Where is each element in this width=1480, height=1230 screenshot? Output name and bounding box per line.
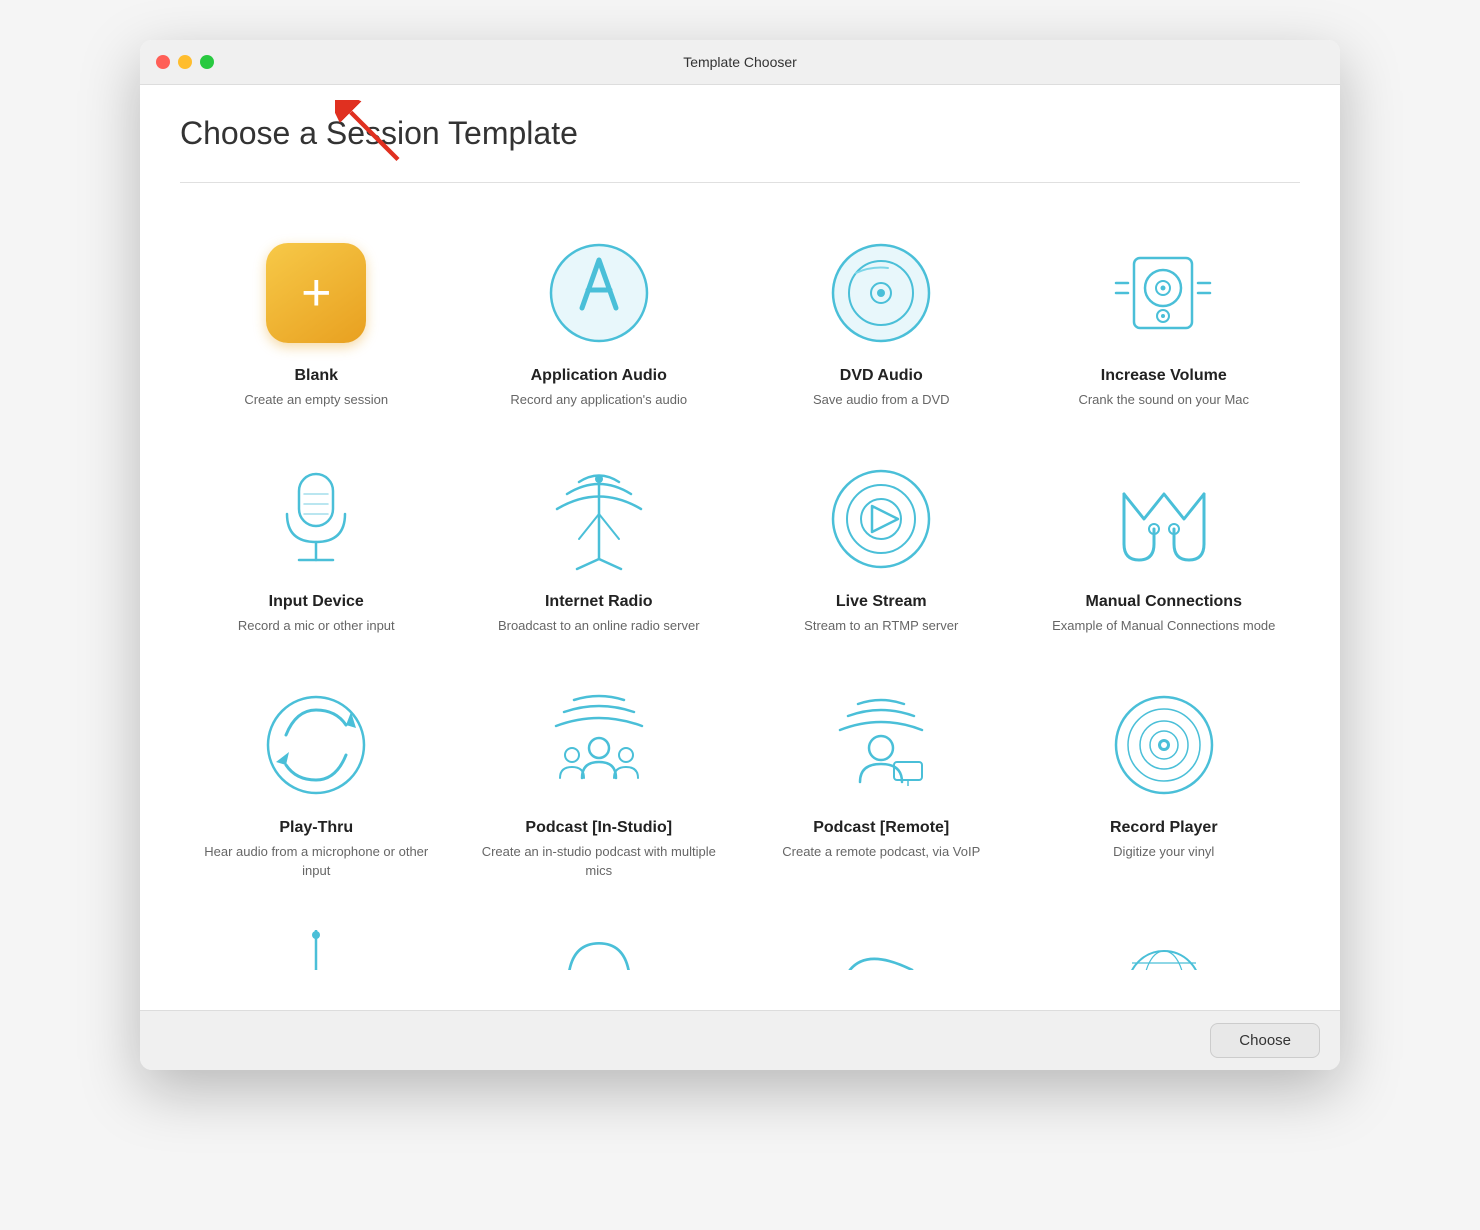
mic-icon-wrapper: [256, 459, 376, 579]
template-dvd-label: DVD Audio: [840, 367, 923, 385]
bottom-bar: Choose: [140, 1010, 1340, 1070]
dvd-icon: [826, 238, 936, 348]
template-record-player[interactable]: Record Player Digitize your vinyl: [1028, 665, 1301, 899]
partial-icon-4: [1124, 930, 1204, 970]
app-audio-icon-wrapper: [539, 233, 659, 353]
partial-icon-2: [559, 930, 639, 970]
template-input-device[interactable]: Input Device Record a mic or other input: [180, 439, 453, 655]
speaker-icon: [1106, 238, 1221, 348]
maximize-button[interactable]: [200, 55, 214, 69]
podcast-remote-icon: [826, 690, 936, 800]
template-podcast-remote-desc: Create a remote podcast, via VoIP: [782, 843, 980, 861]
template-playthru-label: Play-Thru: [279, 819, 353, 837]
template-manual-label: Manual Connections: [1086, 593, 1242, 611]
partial-template-row: [180, 910, 1300, 990]
minimize-button[interactable]: [178, 55, 192, 69]
title-bar: Template Chooser: [140, 40, 1340, 85]
traffic-lights: [156, 55, 214, 69]
record-player-icon-wrapper: [1104, 685, 1224, 805]
partial-icon-3: [841, 930, 921, 970]
window-title: Template Chooser: [683, 54, 797, 70]
template-dvd-audio[interactable]: DVD Audio Save audio from a DVD: [745, 213, 1018, 429]
plus-symbol: +: [301, 267, 331, 319]
template-record-label: Record Player: [1110, 819, 1218, 837]
partial-item-2[interactable]: [463, 910, 736, 990]
podcast-studio-icon: [544, 690, 654, 800]
template-podcast-studio[interactable]: Podcast [In-Studio] Create an in-studio …: [463, 665, 736, 899]
partial-item-3[interactable]: [745, 910, 1018, 990]
template-playthru-desc: Hear audio from a microphone or other in…: [195, 843, 438, 879]
podcast-studio-icon-wrapper: [539, 685, 659, 805]
partial-icon-1: [276, 930, 356, 970]
template-radio-label: Internet Radio: [545, 593, 653, 611]
choose-button[interactable]: Choose: [1210, 1023, 1320, 1058]
template-grid: + Blank Create an empty session Applicat…: [180, 213, 1300, 900]
template-podcast-studio-label: Podcast [In-Studio]: [525, 819, 672, 837]
manual-connections-icon: [1109, 464, 1219, 574]
template-input-label: Input Device: [269, 593, 364, 611]
template-input-desc: Record a mic or other input: [238, 617, 395, 635]
playthru-icon-wrapper: [256, 685, 376, 805]
podcast-remote-icon-wrapper: [821, 685, 941, 805]
template-radio-desc: Broadcast to an online radio server: [498, 617, 700, 635]
dvd-icon-wrapper: [821, 233, 941, 353]
template-volume-label: Increase Volume: [1101, 367, 1227, 385]
template-record-desc: Digitize your vinyl: [1113, 843, 1214, 861]
template-stream-label: Live Stream: [836, 593, 927, 611]
template-internet-radio[interactable]: Internet Radio Broadcast to an online ra…: [463, 439, 736, 655]
blank-icon-wrapper: +: [256, 233, 376, 353]
speaker-icon-wrapper: [1104, 233, 1224, 353]
template-live-stream[interactable]: Live Stream Stream to an RTMP server: [745, 439, 1018, 655]
template-increase-volume[interactable]: Increase Volume Crank the sound on your …: [1028, 213, 1301, 429]
divider: [180, 182, 1300, 183]
record-player-icon: [1109, 690, 1219, 800]
livestream-icon-wrapper: [821, 459, 941, 579]
template-manual-desc: Example of Manual Connections mode: [1052, 617, 1275, 635]
template-podcast-remote-label: Podcast [Remote]: [813, 819, 949, 837]
app-audio-icon: [544, 238, 654, 348]
template-blank-desc: Create an empty session: [244, 391, 388, 409]
partial-item-1[interactable]: [180, 910, 453, 990]
template-app-audio-label: Application Audio: [531, 367, 667, 385]
playthru-icon: [261, 690, 371, 800]
template-manual-connections[interactable]: Manual Connections Example of Manual Con…: [1028, 439, 1301, 655]
manual-connections-icon-wrapper: [1104, 459, 1224, 579]
blank-icon: +: [266, 243, 366, 343]
content-area: Choose a Session Template + Blank: [140, 85, 1340, 1070]
template-dvd-desc: Save audio from a DVD: [813, 391, 950, 409]
mic-icon: [271, 464, 361, 574]
template-app-audio[interactable]: Application Audio Record any application…: [463, 213, 736, 429]
template-podcast-studio-desc: Create an in-studio podcast with multipl…: [478, 843, 721, 879]
template-play-thru[interactable]: Play-Thru Hear audio from a microphone o…: [180, 665, 453, 899]
template-app-audio-desc: Record any application's audio: [510, 391, 687, 409]
template-volume-desc: Crank the sound on your Mac: [1078, 391, 1249, 409]
livestream-icon: [826, 464, 936, 574]
radio-tower-icon-wrapper: [539, 459, 659, 579]
template-podcast-remote[interactable]: Podcast [Remote] Create a remote podcast…: [745, 665, 1018, 899]
template-blank[interactable]: + Blank Create an empty session: [180, 213, 453, 429]
template-blank-label: Blank: [294, 367, 338, 385]
partial-item-4[interactable]: [1028, 910, 1301, 990]
page-title: Choose a Session Template: [180, 115, 1300, 152]
close-button[interactable]: [156, 55, 170, 69]
template-stream-desc: Stream to an RTMP server: [804, 617, 958, 635]
radio-tower-icon: [549, 464, 649, 574]
main-window: Template Chooser Choose a Session Templa…: [140, 40, 1340, 1070]
